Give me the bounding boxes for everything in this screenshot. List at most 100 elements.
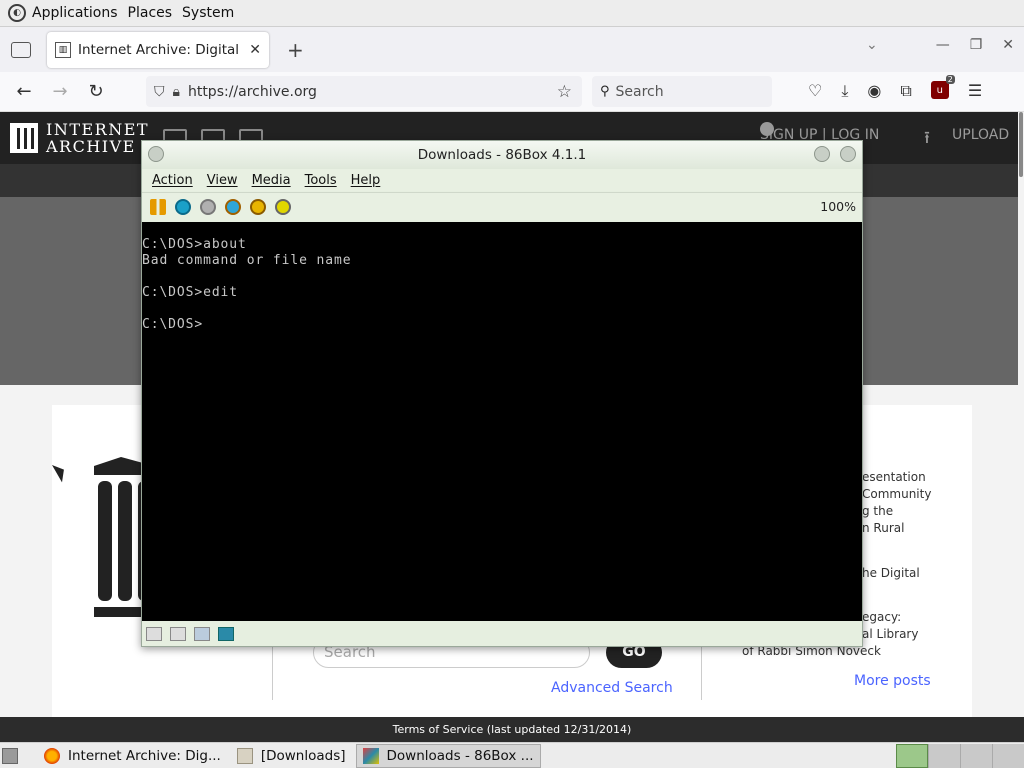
hard-reset-icon[interactable] [225, 198, 241, 215]
sound-icon[interactable] [218, 626, 234, 641]
folder-icon [236, 747, 253, 764]
back-icon[interactable]: ← [6, 81, 42, 102]
ublock-origin-icon[interactable]: u2 [930, 75, 955, 99]
downloads-icon[interactable]: ⤓ [841, 81, 848, 101]
vm-statusbar [142, 621, 862, 646]
console-line: C:\DOS>about [142, 237, 247, 252]
taskbar-label: Internet Archive: Dig... [68, 747, 221, 764]
show-desktop-icon[interactable] [0, 744, 34, 768]
taskbar-item-downloads-folder[interactable]: [Downloads] [231, 744, 352, 768]
86box-window: Downloads - 86Box 4.1.1 Action View Medi… [141, 140, 863, 647]
minimize-icon[interactable]: — [936, 37, 950, 53]
ctrl-alt-del-icon[interactable] [175, 198, 191, 215]
bookmark-star-icon[interactable]: ☆ [557, 82, 572, 102]
post-text[interactable]: Community [862, 486, 931, 503]
post-text[interactable]: he Digital [862, 565, 920, 582]
extensions-icon[interactable]: ⧉ [900, 81, 911, 101]
tab-title: Internet Archive: Digital Libr [78, 41, 243, 58]
settings-icon[interactable] [275, 198, 291, 215]
vm-window-title: Downloads - 86Box 4.1.1 [417, 147, 587, 163]
ia-logo[interactable]: INTERNET ARCHIVE [10, 121, 149, 155]
search-icon: ⚲ [600, 84, 610, 99]
tab-list-icon[interactable] [11, 41, 31, 58]
tab-bar: ▥ Internet Archive: Digital Libr ✕ + ⌄ —… [0, 27, 1024, 72]
taskbar-label: [Downloads] [260, 747, 346, 764]
vm-close-icon[interactable] [840, 146, 856, 162]
post-text[interactable]: n Rural [862, 520, 904, 537]
vm-titlebar[interactable]: Downloads - 86Box 4.1.1 [142, 141, 862, 169]
floppy-drive-icon[interactable] [146, 626, 162, 641]
post-text[interactable]: egacy: [862, 609, 901, 626]
pocket-icon[interactable]: ♡ [808, 81, 822, 101]
url-text[interactable]: https://archive.org [188, 84, 317, 100]
tools-menu[interactable]: Tools [305, 173, 337, 188]
floppy-drive-icon[interactable] [170, 626, 186, 641]
forward-icon[interactable]: → [42, 81, 78, 102]
divider [272, 645, 273, 700]
system-menu[interactable]: System [182, 5, 234, 21]
post-text[interactable]: g the [862, 503, 893, 520]
console-line: C:\DOS>edit [142, 285, 238, 300]
console-line: Bad command or file name [142, 253, 352, 268]
page-scrollbar[interactable] [1018, 112, 1024, 717]
hard-disk-icon[interactable] [194, 626, 210, 641]
new-tab-button[interactable]: + [287, 38, 304, 62]
zoom-level: 100% [820, 199, 856, 214]
search-placeholder: Search [615, 83, 664, 100]
logo-line2: ARCHIVE [46, 137, 136, 156]
vm-maximize-icon[interactable] [814, 146, 830, 162]
media-menu[interactable]: Media [252, 173, 291, 188]
more-posts-link[interactable]: More posts [854, 673, 931, 689]
top-panel: ◐ Applications Places System [0, 0, 1024, 27]
pause-icon[interactable] [150, 198, 166, 215]
terms-of-service-footer[interactable]: Terms of Service (last updated 12/31/201… [0, 717, 1024, 742]
help-menu[interactable]: Help [351, 173, 381, 188]
taskbar-item-86box[interactable]: Downloads - 86Box ... [355, 743, 541, 768]
taskbar-item-firefox[interactable]: Internet Archive: Dig... [38, 744, 227, 768]
advanced-search-link[interactable]: Advanced Search [551, 680, 673, 696]
tab-internet-archive[interactable]: ▥ Internet Archive: Digital Libr ✕ [47, 31, 269, 68]
upload-icon[interactable]: ⭱ [924, 125, 930, 154]
divider [701, 645, 702, 700]
action-menu[interactable]: Action [152, 173, 193, 188]
search-input[interactable]: ⚲ Search [592, 76, 772, 107]
post-text[interactable]: al Library [862, 626, 918, 643]
list-all-tabs-icon[interactable]: ⌄ [866, 37, 878, 53]
workspace-2[interactable] [928, 744, 960, 768]
workspace-3[interactable] [960, 744, 992, 768]
post-text[interactable]: esentation [862, 469, 926, 486]
lock-icon[interactable]: 🔒︎ [173, 84, 180, 100]
firefox-icon [44, 747, 60, 764]
restore-icon[interactable]: ❐ [970, 37, 983, 53]
applications-menu[interactable]: Applications [32, 5, 118, 21]
shield-icon[interactable]: ⛉ [154, 84, 165, 100]
vm-toolbar: 100% [142, 192, 862, 220]
workspace-1[interactable] [896, 744, 928, 768]
tab-close-icon[interactable]: ✕ [249, 42, 261, 58]
emulator-screen[interactable]: C:\DOS>about Bad command or file name C:… [142, 222, 862, 621]
console-line: C:\DOS> [142, 317, 204, 332]
taskbar-label: Downloads - 86Box ... [386, 747, 534, 764]
ia-temple-icon [10, 123, 38, 153]
view-menu[interactable]: View [207, 173, 238, 188]
extension-badge: 2 [945, 75, 955, 84]
hamburger-menu-icon[interactable]: ☰ [968, 81, 982, 101]
reload-icon[interactable]: ↻ [78, 81, 114, 102]
workspace-4[interactable] [992, 744, 1024, 768]
gnome-foot-icon[interactable]: ◐ [8, 4, 26, 22]
url-bar[interactable]: ⛉ 🔒︎ https://archive.org ☆ [146, 76, 582, 107]
power-icon[interactable] [200, 198, 216, 215]
archive-favicon-icon: ▥ [55, 41, 71, 58]
close-window-icon[interactable]: ✕ [1002, 37, 1014, 53]
upload-link[interactable]: UPLOAD [952, 127, 1009, 143]
workspace-switcher [896, 744, 1024, 768]
taskbar: Internet Archive: Dig... [Downloads] Dow… [0, 742, 1024, 768]
account-icon[interactable]: ◉ [867, 81, 881, 101]
places-menu[interactable]: Places [128, 5, 173, 21]
nav-bar: ← → ↻ ⛉ 🔒︎ https://archive.org ☆ ⚲ Searc… [0, 72, 1024, 112]
settings-gears-icon[interactable] [250, 198, 266, 215]
vm-menubar: Action View Media Tools Help [142, 169, 862, 191]
window-menu-icon[interactable] [148, 146, 164, 162]
